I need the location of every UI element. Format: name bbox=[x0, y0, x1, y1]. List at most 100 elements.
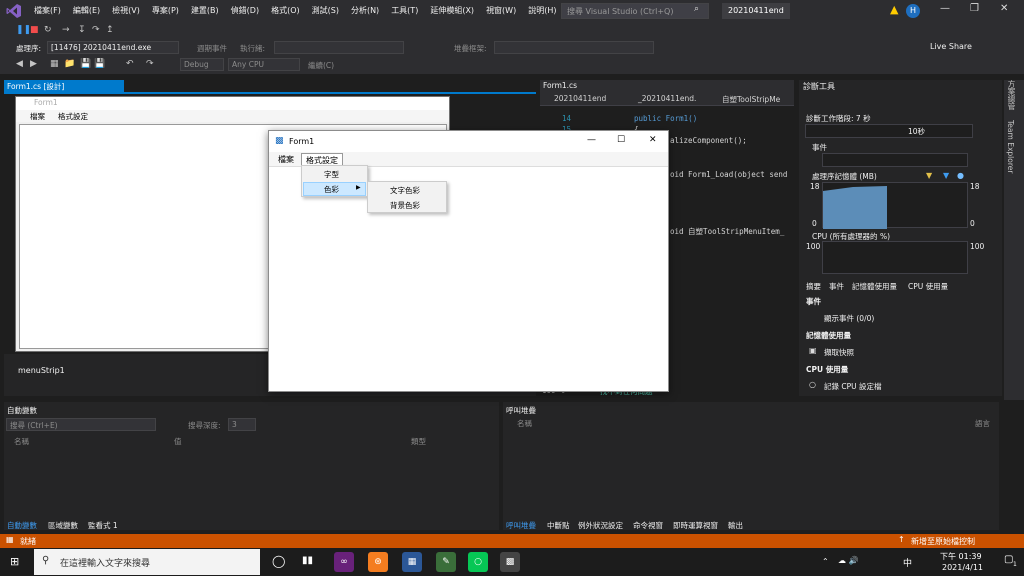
stop-icon[interactable]: ■ bbox=[30, 25, 39, 35]
open-icon[interactable]: 📁 bbox=[64, 59, 75, 69]
continue-button[interactable]: 繼續(C) bbox=[308, 60, 334, 71]
menu-view[interactable]: 檢視(V) bbox=[106, 0, 146, 22]
tab-watch-1[interactable]: 監看式 1 bbox=[88, 520, 118, 531]
tab-autos[interactable]: 自動變數 bbox=[7, 520, 37, 531]
nav-class[interactable]: _20210411end. bbox=[638, 94, 696, 103]
show-next-statement-icon[interactable]: → bbox=[62, 25, 70, 35]
visual-studio-icon[interactable] bbox=[0, 0, 28, 22]
save-icon[interactable]: 💾 bbox=[80, 59, 91, 69]
restart-icon[interactable]: ↻ bbox=[44, 25, 52, 35]
undo-icon[interactable]: ↶ bbox=[126, 59, 134, 69]
tab-output[interactable]: 輸出 bbox=[728, 520, 743, 531]
task-view-icon[interactable]: ▮▮ bbox=[302, 555, 313, 566]
visual-studio-taskbar-icon[interactable]: ∞ bbox=[334, 552, 354, 572]
column-language[interactable]: 語言 bbox=[975, 418, 990, 429]
menu-item-color-highlight[interactable]: 色彩 ▶ bbox=[303, 182, 366, 196]
lifecycle-events-label[interactable]: 週期事件 bbox=[197, 43, 227, 54]
paint-taskbar-icon[interactable]: ✎ bbox=[436, 552, 456, 572]
nav-project[interactable]: 20210411end bbox=[554, 94, 606, 103]
column-name[interactable]: 名稱 bbox=[517, 418, 532, 429]
warning-icon[interactable]: ▲ bbox=[890, 3, 898, 16]
cortana-icon[interactable]: ◯ bbox=[272, 554, 285, 568]
tab-breakpoints[interactable]: 中斷點 bbox=[547, 520, 570, 531]
form-menu-file[interactable]: 檔案 bbox=[274, 153, 298, 166]
search-depth-combo[interactable]: 3 bbox=[228, 418, 256, 431]
search-input[interactable]: 搜尋 Visual Studio (Ctrl+Q) bbox=[561, 3, 709, 19]
step-into-icon[interactable]: ↧ bbox=[78, 25, 86, 35]
timeline-ruler[interactable] bbox=[805, 124, 973, 138]
search-icon[interactable]: ⌕ bbox=[694, 4, 699, 14]
thread-combo[interactable] bbox=[274, 41, 404, 54]
back-icon[interactable]: ◀ bbox=[16, 59, 23, 69]
menu-tools[interactable]: 工具(T) bbox=[385, 0, 424, 22]
menu-item-color[interactable]: 色彩 bbox=[324, 184, 339, 195]
menu-window[interactable]: 視窗(W) bbox=[480, 0, 522, 22]
save-all-icon[interactable]: 💾 bbox=[94, 59, 105, 69]
form-app-taskbar-icon[interactable]: ▩ bbox=[500, 552, 520, 572]
app-taskbar-icon[interactable]: ▦ bbox=[402, 552, 422, 572]
tab-summary[interactable]: 摘要 bbox=[806, 281, 821, 292]
menu-build[interactable]: 建置(B) bbox=[185, 0, 225, 22]
windows-start-icon[interactable]: ⊞ bbox=[10, 555, 19, 568]
menu-test[interactable]: 測試(S) bbox=[306, 0, 345, 22]
menu-analyze[interactable]: 分析(N) bbox=[345, 0, 385, 22]
tab-form1-cs[interactable]: Form1.cs bbox=[543, 81, 577, 90]
show-events-link[interactable]: 顯示事件 (0/0) bbox=[824, 313, 874, 324]
tab-command-window[interactable]: 命令視窗 bbox=[633, 520, 663, 531]
pause-icon[interactable]: ❚❚ bbox=[16, 25, 31, 35]
new-project-icon[interactable]: ▦ bbox=[50, 59, 59, 69]
tab-events[interactable]: 事件 bbox=[829, 281, 844, 292]
tab-cpu-usage[interactable]: CPU 使用量 bbox=[908, 281, 948, 292]
form-close-icon[interactable]: ✕ bbox=[649, 135, 657, 145]
stack-frame-combo[interactable] bbox=[494, 41, 654, 54]
menu-format[interactable]: 格式(O) bbox=[265, 0, 306, 22]
menu-project[interactable]: 專案(P) bbox=[146, 0, 185, 22]
record-cpu-profile-button[interactable]: 記錄 CPU 設定檔 bbox=[824, 381, 882, 392]
add-source-control-button[interactable]: 新增至原始檔控制 bbox=[911, 536, 975, 547]
menu-item-font[interactable]: 字型 bbox=[324, 169, 339, 180]
step-over-icon[interactable]: ↷ bbox=[92, 25, 100, 35]
clock-date[interactable]: 2021/4/11 bbox=[942, 563, 983, 572]
forward-icon[interactable]: ▶ bbox=[30, 59, 37, 69]
taskbar-search-input[interactable]: ⚲ 在這裡輸入文字來搜尋 bbox=[34, 549, 260, 575]
xampp-taskbar-icon[interactable]: ⊛ bbox=[368, 552, 388, 572]
design-menu-format[interactable]: 格式設定 bbox=[58, 111, 88, 122]
tab-locals[interactable]: 區域變數 bbox=[48, 520, 78, 531]
minimize-icon[interactable]: — bbox=[940, 3, 950, 14]
process-combo[interactable]: [11476] 20210411end.exe bbox=[47, 41, 179, 54]
form-minimize-icon[interactable]: — bbox=[587, 135, 596, 145]
tab-exception-settings[interactable]: 例外狀況設定 bbox=[578, 520, 623, 531]
platform-combo[interactable]: Any CPU bbox=[228, 58, 300, 71]
tray-icons[interactable]: ☁ 🔊 bbox=[838, 556, 859, 565]
tab-immediate-window[interactable]: 即時運算視窗 bbox=[673, 520, 718, 531]
design-menustrip[interactable]: 檔案 格式設定 bbox=[16, 110, 449, 122]
menustrip-component[interactable]: menuStrip1 bbox=[18, 366, 65, 375]
team-explorer-tab[interactable]: Team Explorer bbox=[1006, 120, 1015, 173]
live-share-button[interactable]: Live Share bbox=[930, 42, 972, 51]
clock-time[interactable]: 下午 01:39 bbox=[940, 551, 982, 562]
step-out-icon[interactable]: ↥ bbox=[106, 25, 114, 35]
menu-debug[interactable]: 偵錯(D) bbox=[225, 0, 265, 22]
form-maximize-icon[interactable]: ☐ bbox=[617, 135, 625, 145]
tab-designer[interactable]: Form1.cs [設計] bbox=[4, 80, 124, 92]
line-taskbar-icon[interactable]: ○ bbox=[468, 552, 488, 572]
menu-extensions[interactable]: 延伸模組(X) bbox=[424, 0, 480, 22]
close-icon[interactable]: ✕ bbox=[1000, 3, 1008, 14]
menu-help[interactable]: 說明(H) bbox=[522, 0, 562, 22]
menu-item-text-color[interactable]: 文字色彩 bbox=[390, 185, 420, 196]
restore-icon[interactable]: ❐ bbox=[970, 3, 979, 14]
menu-file[interactable]: 檔案(F) bbox=[28, 0, 67, 22]
avatar[interactable]: H bbox=[906, 4, 920, 18]
nav-member[interactable]: 自塑ToolStripMe bbox=[722, 94, 780, 105]
design-menu-file[interactable]: 檔案 bbox=[30, 111, 45, 122]
ime-indicator[interactable]: 中 bbox=[903, 556, 912, 569]
solution-explorer-tab[interactable]: 方案總管 bbox=[1006, 80, 1017, 110]
column-value[interactable]: 值 bbox=[174, 436, 182, 447]
take-snapshot-button[interactable]: 擷取快照 bbox=[824, 347, 854, 358]
menu-edit[interactable]: 編輯(E) bbox=[67, 0, 106, 22]
tab-call-stack[interactable]: 呼叫堆疊 bbox=[506, 520, 536, 531]
config-combo[interactable]: Debug bbox=[180, 58, 224, 71]
tray-chevron-icon[interactable]: ⌃ bbox=[822, 557, 829, 566]
menu-item-background-color[interactable]: 背景色彩 bbox=[390, 200, 420, 211]
autos-search-input[interactable]: 搜尋 (Ctrl+E) bbox=[6, 418, 156, 431]
